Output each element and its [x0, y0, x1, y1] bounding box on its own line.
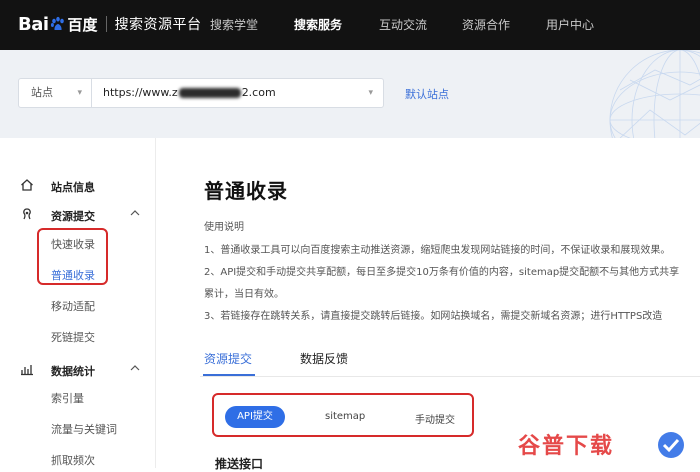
usage-line: 累计，当日有效。	[204, 289, 284, 300]
nav-search-services[interactable]: 搜索服务	[294, 0, 342, 50]
url-prefix: https://www.z	[103, 86, 178, 99]
logo-bai-text: Bai	[18, 13, 49, 35]
sidebar-item-mobile-adapt[interactable]: 移动适配	[51, 298, 95, 314]
chevron-up-icon	[130, 365, 140, 371]
stats-icon	[21, 365, 33, 376]
active-tab-indicator	[203, 374, 255, 376]
chevron-down-icon: ▾	[368, 88, 373, 98]
logo-divider	[105, 16, 107, 32]
site-url-select[interactable]: https://www.z 2.com ▾	[92, 78, 384, 108]
sidebar-label: 资源提交	[51, 210, 95, 223]
submit-icon	[23, 208, 31, 220]
nav-community[interactable]: 互动交流	[379, 0, 427, 50]
sidebar-item-index-volume[interactable]: 索引量	[51, 390, 84, 406]
redacted-blur	[178, 88, 241, 98]
watermark-badge-icon	[658, 432, 684, 458]
method-sitemap-button[interactable]: sitemap	[325, 411, 365, 422]
site-selector-bar: 站点 ▾ https://www.z 2.com ▾ 默认站点	[0, 50, 700, 138]
sidebar-item-crawl-frequency[interactable]: 抓取频次	[51, 452, 95, 468]
logo-du-text: 百度	[67, 15, 98, 34]
usage-line: 3、若链接存在跳转关系，请直接提交跳转后链接。如网站换域名，需提交新域名资源；进…	[204, 311, 663, 322]
method-api-button[interactable]: API提交	[225, 406, 285, 428]
tab-divider	[200, 376, 700, 377]
sidebar-group-data-stats[interactable]: 数据统计	[0, 358, 155, 382]
sidebar-label: 站点信息	[51, 181, 95, 194]
chevron-up-icon	[130, 210, 140, 216]
sidebar-item-dead-link[interactable]: 死链提交	[51, 329, 95, 345]
nav-user-center[interactable]: 用户中心	[546, 0, 594, 50]
tab-resource-submit[interactable]: 资源提交	[204, 350, 252, 367]
sidebar: 站点信息 资源提交 快速收录 普通收录 移动适配 死链提交 数据统计 索引量 流…	[0, 138, 156, 468]
chevron-down-icon: ▾	[77, 88, 82, 98]
site-dropdown[interactable]: 站点 ▾	[18, 78, 92, 108]
baidu-logo[interactable]: Bai 百度 搜索资源平台	[18, 9, 202, 39]
watermark-text: 谷普下载	[518, 434, 615, 459]
site-dropdown-label: 站点	[31, 86, 53, 99]
nav-search-academy[interactable]: 搜索学堂	[210, 0, 258, 50]
nav-resource-cooperation[interactable]: 资源合作	[462, 0, 510, 50]
page-title: 普通收录	[204, 179, 288, 203]
top-nav-bar: Bai 百度 搜索资源平台 搜索学堂 搜索服务 互动交流 资源合作 用户中心	[0, 0, 700, 50]
home-icon	[21, 179, 33, 191]
tab-data-feedback[interactable]: 数据反馈	[300, 350, 348, 367]
sidebar-item-site-info[interactable]: 站点信息	[0, 174, 155, 198]
usage-instructions-label: 使用说明	[204, 222, 244, 233]
url-suffix: 2.com	[241, 86, 276, 99]
platform-name: 搜索资源平台	[114, 17, 202, 33]
section-heading: 推送接口	[215, 457, 264, 471]
default-site-link[interactable]: 默认站点	[405, 86, 449, 102]
paw-icon	[50, 16, 66, 32]
method-manual-button[interactable]: 手动提交	[415, 411, 455, 426]
usage-line: 2、API提交和手动提交共享配额，每日至多提交10万条有价值的内容，sitema…	[204, 267, 680, 278]
sidebar-item-traffic-keywords[interactable]: 流量与关键词	[51, 421, 117, 437]
sidebar-group-resource-submit[interactable]: 资源提交	[0, 203, 155, 227]
annotation-highlight-sidebar	[37, 228, 108, 285]
usage-line: 1、普通收录工具可以向百度搜索主动推送资源，缩短爬虫发现网站链接的时间，不保证收…	[204, 245, 671, 256]
sidebar-label: 数据统计	[51, 365, 95, 378]
globe-graphic	[609, 50, 700, 138]
